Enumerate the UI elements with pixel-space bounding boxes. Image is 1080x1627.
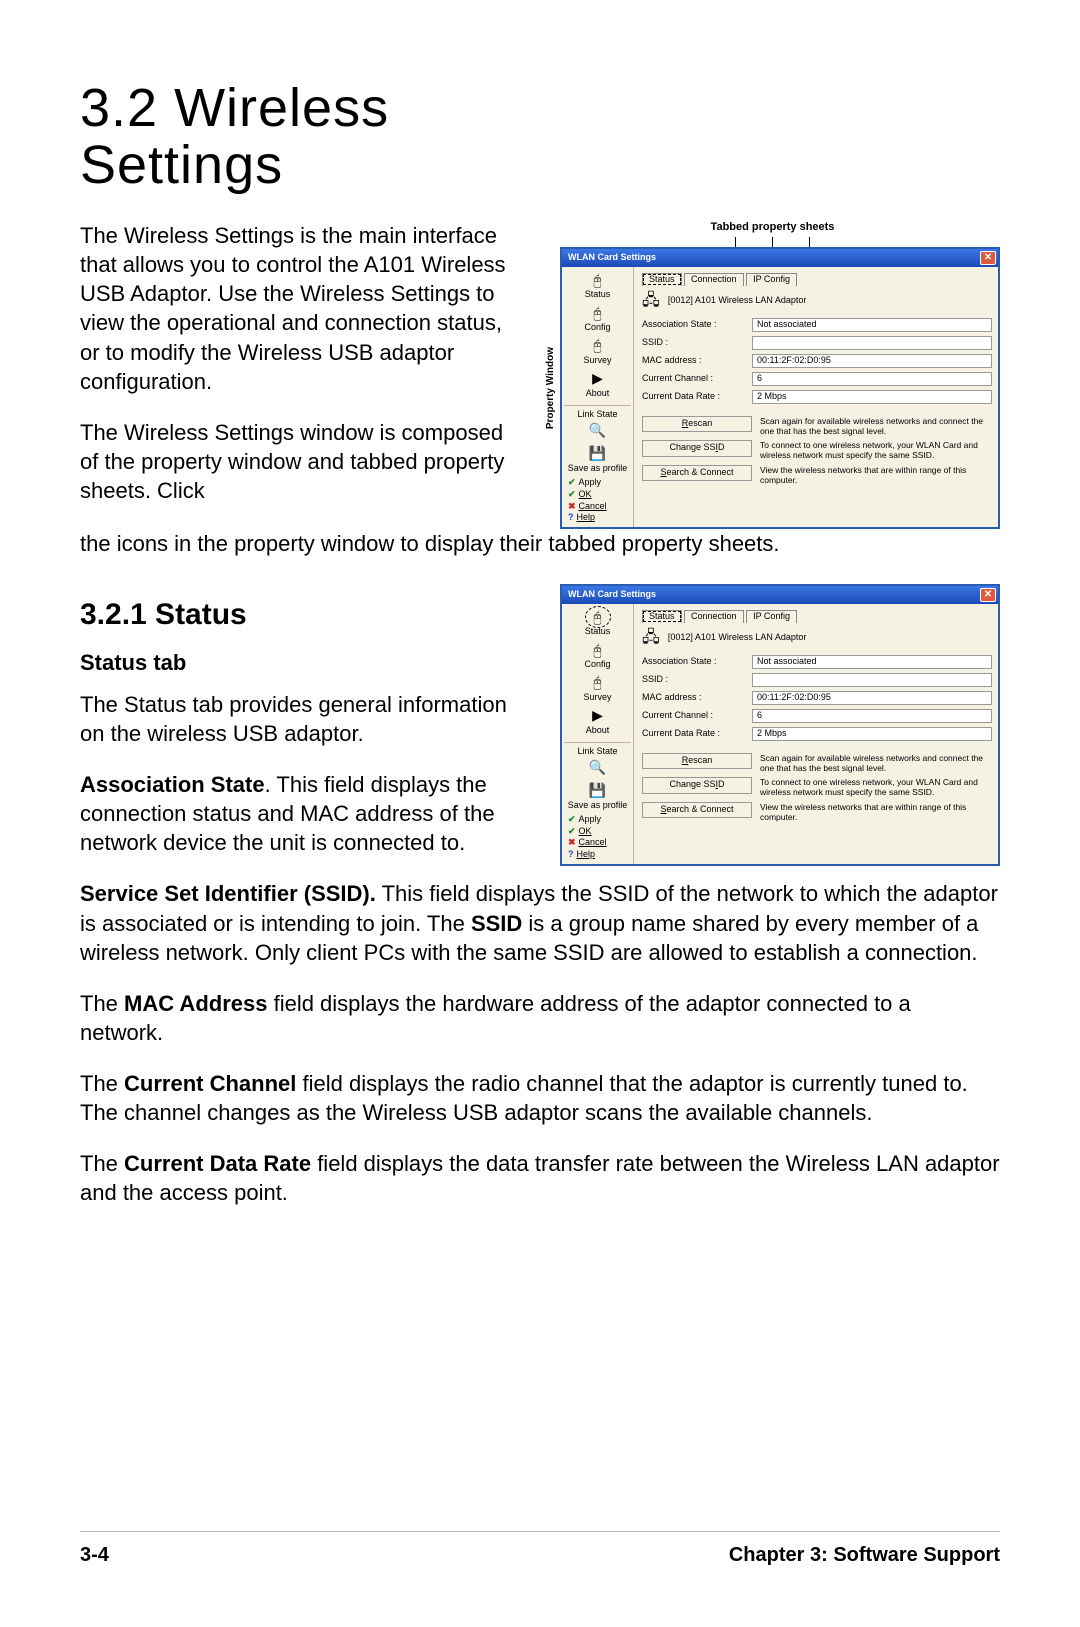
- tab-bar-2: Status Connection IP Config: [642, 610, 992, 623]
- ok-action: ✔OK: [564, 490, 631, 500]
- change-ssid-button-2: Change SSID: [642, 777, 752, 793]
- assoc-state-label: Association State :: [642, 320, 752, 330]
- status-heading: 3.2.1 Status: [80, 598, 532, 632]
- side-status: Status: [564, 290, 631, 300]
- status-p1: The Status tab provides general informat…: [80, 690, 532, 748]
- help-action-2: ?Help: [564, 850, 631, 860]
- intro-paragraph-2a: The Wireless Settings window is composed…: [80, 418, 517, 505]
- ok-action-2: ✔OK: [564, 827, 631, 837]
- survey-icon: 🖰: [587, 337, 609, 355]
- property-window-sidebar: 🖰Status 🖰Config 🖰Survey ▶About Link Stat…: [562, 267, 634, 527]
- channel-paragraph: The Current Channel field displays the r…: [80, 1069, 1000, 1127]
- about-icon: ▶: [587, 370, 609, 388]
- change-ssid-button: Change SSID: [642, 440, 752, 456]
- channel-label: Current Channel :: [642, 374, 752, 384]
- save-profile-icon-2: 💾: [587, 782, 609, 800]
- link-state-label: Link State: [577, 410, 617, 420]
- help-action: ?Help: [564, 513, 631, 523]
- rate-paragraph: The Current Data Rate field displays the…: [80, 1149, 1000, 1207]
- config-icon: 🖰: [587, 304, 609, 322]
- property-window-label: Property Window: [545, 347, 556, 429]
- rescan-desc: Scan again for available wireless networ…: [760, 416, 992, 436]
- assoc-state-value: Not associated: [752, 318, 992, 332]
- survey-icon-2: 🖰: [587, 674, 609, 692]
- config-icon-2: 🖰: [587, 641, 609, 659]
- wlan-title: WLAN Card Settings: [568, 253, 656, 263]
- tab-bar: Status Connection IP Config: [642, 273, 992, 286]
- title-line2: Settings: [80, 135, 283, 195]
- search-desc: View the wireless networks that are with…: [760, 465, 992, 485]
- tabbed-sheets-label: Tabbed property sheets: [545, 221, 1000, 233]
- side-save-profile: Save as profile: [564, 464, 631, 474]
- rescan-button-2: Rescan: [642, 753, 752, 769]
- ssid-paragraph: Service Set Identifier (SSID). This fiel…: [80, 879, 1000, 966]
- adapter-icon: 🖧: [642, 292, 660, 310]
- cancel-action-2: ✖Cancel: [564, 838, 631, 848]
- mac-value: 00:11:2F:02:D0:95: [752, 354, 992, 368]
- rate-value: 2 Mbps: [752, 390, 992, 404]
- assoc-state-paragraph: Association State. This field displays t…: [80, 770, 532, 857]
- status-icon-2: 🖰: [587, 608, 609, 626]
- chapter-label: Chapter 3: Software Support: [729, 1544, 1000, 1567]
- side-survey: Survey: [564, 356, 631, 366]
- change-ssid-desc: To connect to one wireless network, your…: [760, 440, 992, 460]
- intro-paragraph-2b: the icons in the property window to disp…: [80, 529, 1000, 558]
- tab-ipconfig: IP Config: [746, 273, 797, 286]
- rate-label: Current Data Rate :: [642, 392, 752, 402]
- adapter-icon-2: 🖧: [642, 629, 660, 647]
- channel-value: 6: [752, 372, 992, 386]
- adapter-name: [0012] A101 Wireless LAN Adaptor: [668, 296, 807, 306]
- save-profile-icon: 💾: [587, 445, 609, 463]
- section-title: 3.2 Wireless Settings: [80, 80, 500, 193]
- wlan-screenshot-2: WLAN Card Settings ✕ 🖰Status 🖰Config 🖰Su…: [560, 584, 1000, 866]
- intro-paragraph-1: The Wireless Settings is the main interf…: [80, 221, 517, 395]
- status-icon: 🖰: [587, 271, 609, 289]
- title-line1: 3.2 Wireless: [80, 78, 389, 138]
- ssid-value: [752, 336, 992, 350]
- close-icon-2: ✕: [980, 588, 996, 602]
- mac-paragraph: The MAC Address field displays the hardw…: [80, 989, 1000, 1047]
- side-about: About: [564, 389, 631, 399]
- link-state-icon: 🔍: [587, 422, 609, 440]
- link-state-icon-2: 🔍: [587, 759, 609, 777]
- mac-label: MAC address :: [642, 356, 752, 366]
- tab-status: Status: [642, 273, 682, 286]
- about-icon-2: ▶: [587, 707, 609, 725]
- ssid-label: SSID :: [642, 338, 752, 348]
- tab-connection: Connection: [684, 273, 744, 286]
- page-number: 3-4: [80, 1544, 109, 1567]
- side-config: Config: [564, 323, 631, 333]
- close-icon: ✕: [980, 251, 996, 265]
- wlan-titlebar: WLAN Card Settings ✕: [562, 249, 998, 267]
- wlan-titlebar-2: WLAN Card Settings ✕: [562, 586, 998, 604]
- apply-action: ✔Apply: [564, 478, 631, 488]
- page-footer: 3-4 Chapter 3: Software Support: [80, 1531, 1000, 1567]
- apply-action-2: ✔Apply: [564, 815, 631, 825]
- search-connect-button-2: Search & Connect: [642, 802, 752, 818]
- wlan-screenshot-1: WLAN Card Settings ✕ 🖰Status 🖰Config 🖰Su…: [560, 247, 1000, 529]
- status-tab-heading: Status tab: [80, 650, 532, 676]
- search-connect-button: Search & Connect: [642, 465, 752, 481]
- cancel-action: ✖Cancel: [564, 502, 631, 512]
- callout-ticks: [545, 237, 1000, 247]
- rescan-button: RRescanescan: [642, 416, 752, 432]
- wlan-title-2: WLAN Card Settings: [568, 590, 656, 600]
- property-window-sidebar-2: 🖰Status 🖰Config 🖰Survey ▶About Link Stat…: [562, 604, 634, 864]
